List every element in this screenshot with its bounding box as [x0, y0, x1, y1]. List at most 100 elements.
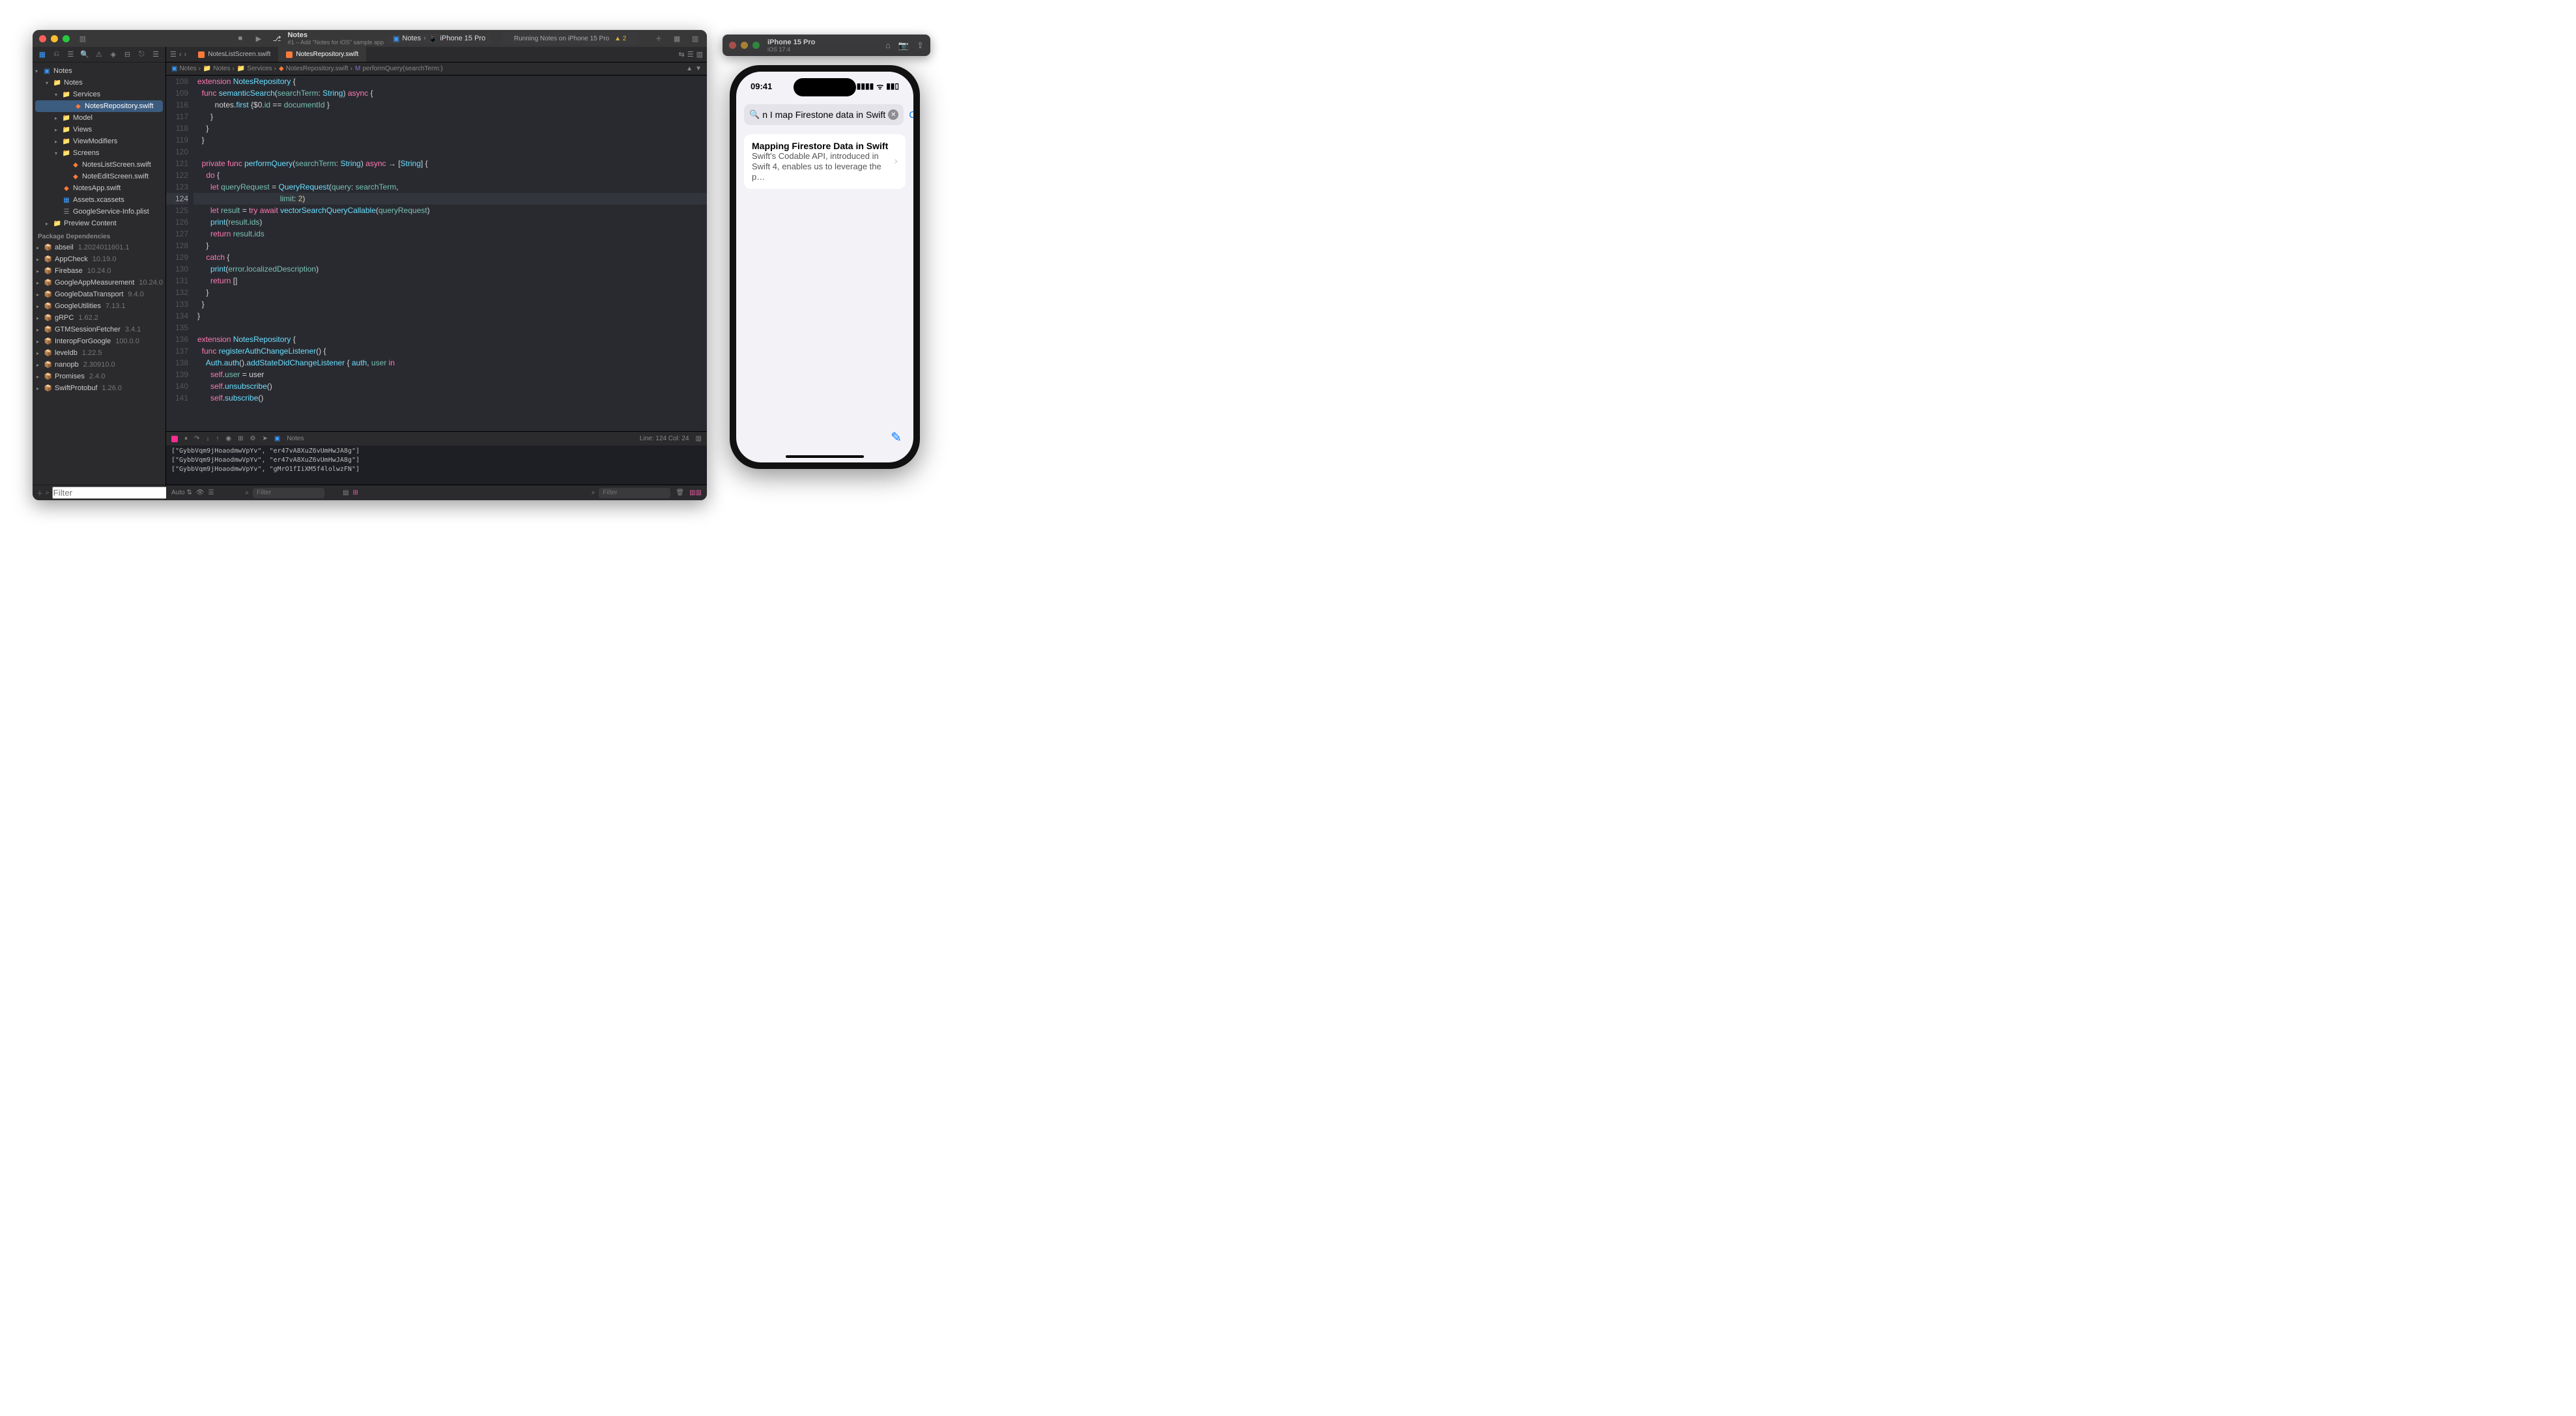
metadata-icon[interactable]: ⊞ [352, 489, 358, 496]
environment-button[interactable]: ⚙ [250, 435, 256, 442]
nav-item[interactable]: ▾📁Services [33, 89, 165, 100]
split-toggle-icon[interactable]: ▥▥ [689, 489, 702, 496]
issues-tab-icon[interactable]: ⚠ [94, 50, 104, 59]
nav-item[interactable]: ◆NotesApp.swift [33, 182, 165, 194]
nav-item[interactable]: ▾📁Screens [33, 147, 165, 159]
add-editor-icon[interactable]: ▥ [696, 50, 703, 59]
code-lines[interactable]: extension NotesRepository { func semanti… [193, 76, 707, 431]
variables-filter-input[interactable] [253, 488, 324, 498]
cancel-button[interactable]: Cancel [909, 109, 913, 120]
library-button[interactable]: ▦ [672, 33, 682, 44]
source-control-tab-icon[interactable]: ⎌ [52, 50, 61, 59]
nav-item[interactable]: ▸📁Model [33, 112, 165, 124]
add-tab-button[interactable]: ＋ [653, 33, 664, 44]
clear-search-button[interactable]: ✕ [888, 109, 898, 120]
nav-item[interactable]: ▾📁Notes [33, 77, 165, 89]
right-sidebar-toggle-icon[interactable]: ▥ [690, 33, 700, 44]
nav-item[interactable]: ▸📁Preview Content [33, 218, 165, 229]
sim-minimize-button[interactable] [741, 42, 748, 49]
bookmarks-tab-icon[interactable]: ☰ [66, 50, 75, 59]
scheme-branch: #1 – Add "Notes for iOS" sample app [287, 39, 383, 46]
package-item[interactable]: ▸📦GoogleAppMeasurement 10.24.0 [33, 277, 165, 289]
console-filter-input[interactable] [599, 488, 670, 498]
add-button[interactable]: ＋ [36, 488, 43, 498]
forward-button[interactable]: › [184, 51, 187, 59]
compose-button-icon[interactable]: ✎ [891, 429, 902, 446]
search-result-card[interactable]: Mapping Firestore Data in Swift Swift's … [744, 134, 906, 189]
package-version: 7.13.1 [106, 302, 126, 310]
sim-close-button[interactable] [729, 42, 736, 49]
debug-tab-icon[interactable]: ⊟ [122, 50, 132, 59]
auto-variables-button[interactable]: Auto ⇅ [171, 489, 192, 496]
package-item[interactable]: ▸📦Firebase 10.24.0 [33, 265, 165, 277]
tests-tab-icon[interactable]: ◈ [109, 50, 118, 59]
nav-item[interactable]: ☰GoogleService-Info.plist [33, 206, 165, 218]
console-toggle-icon[interactable]: ▤ [343, 489, 349, 496]
eye-icon[interactable]: 👁 [196, 489, 205, 496]
sim-zoom-button[interactable] [752, 42, 760, 49]
back-button[interactable]: ‹ [179, 51, 182, 59]
debug-view-button[interactable]: ◉ [225, 435, 231, 442]
scheme-selector[interactable]: ⎇ Notes #1 – Add "Notes for iOS" sample … [273, 31, 384, 46]
stop-button[interactable]: ■ [235, 33, 246, 44]
package-item[interactable]: ▸📦GoogleDataTransport 9.4.0 [33, 289, 165, 300]
minimize-window-button[interactable] [51, 35, 58, 42]
related-items-button[interactable]: ☰ [170, 50, 177, 59]
location-button[interactable]: ➤ [262, 435, 267, 442]
home-indicator[interactable] [786, 455, 864, 458]
nav-item[interactable]: ◆NotesListScreen.swift [33, 159, 165, 171]
home-button-icon[interactable]: ⌂ [885, 40, 891, 51]
package-version: 9.4.0 [128, 290, 143, 298]
breadcrumb[interactable]: ▣Notes › 📁Notes › 📁Services › ◆NotesRepo… [166, 63, 707, 76]
close-window-button[interactable] [39, 35, 46, 42]
issues-next-icon[interactable]: ▼ [695, 65, 702, 72]
step-in-button[interactable]: ↓ [206, 435, 209, 442]
navigator-filter-input[interactable] [52, 487, 170, 499]
nav-item[interactable]: ▸📁Views [33, 124, 165, 135]
package-item[interactable]: ▸📦Promises 2.4.0 [33, 371, 165, 382]
find-tab-icon[interactable]: 🔍 [80, 50, 89, 59]
zoom-window-button[interactable] [63, 35, 70, 42]
left-sidebar-toggle-icon[interactable]: ▥ [78, 33, 88, 44]
activity-status-bar[interactable]: Running Notes on iPhone 15 Pro ▲ 2 [502, 32, 638, 45]
pause-button[interactable]: ⏸ [184, 435, 188, 442]
issues-prev-icon[interactable]: ▲ [686, 65, 693, 72]
minimize-editor-icon[interactable]: ⇆ [679, 50, 685, 59]
share-button-icon[interactable]: ⇪ [917, 40, 924, 51]
run-button[interactable]: ▶ [253, 33, 264, 44]
editor-tab[interactable]: NotesListScreen.swift [190, 47, 278, 62]
reports-tab-icon[interactable]: ☰ [151, 50, 160, 59]
debug-console[interactable]: ["GybbVqm9jHoaodmwVpYv", "er47vA8XuZ6vUm… [166, 446, 707, 485]
nav-item[interactable]: ◆NoteEditScreen.swift [33, 171, 165, 182]
scheme-target[interactable]: ▣ Notes › 📱 iPhone 15 Pro [388, 34, 491, 44]
breakpoints-tab-icon[interactable]: ⎋ [137, 50, 146, 59]
package-item[interactable]: ▸📦SwiftProtobuf 1.26.0 [33, 382, 165, 394]
nav-item[interactable]: ▸📁ViewModifiers [33, 135, 165, 147]
editor-tab[interactable]: NotesRepository.swift [278, 47, 366, 62]
package-item[interactable]: ▸📦leveldb 1.22.5 [33, 347, 165, 359]
breakpoint-indicator[interactable] [171, 436, 178, 442]
editor-options-icon[interactable]: ☰ [687, 50, 694, 59]
memory-graph-button[interactable]: ⊞ [238, 435, 243, 442]
code-editor[interactable]: 1081091161171181191201211221231241251261… [166, 76, 707, 431]
step-over-button[interactable]: ↷ [194, 435, 199, 442]
nav-item[interactable]: ◆NotesRepository.swift [35, 100, 163, 112]
toggle-console-button[interactable]: ▥ [696, 435, 702, 442]
warning-badge[interactable]: ▲ 2 [614, 35, 626, 42]
step-out-button[interactable]: ↑ [216, 435, 219, 442]
screenshot-button-icon[interactable]: 📷 [898, 40, 909, 51]
trash-icon[interactable]: 🗑 [676, 489, 684, 496]
package-item[interactable]: ▸📦AppCheck 10.19.0 [33, 253, 165, 265]
package-item[interactable]: ▸📦abseil 1.2024011601.1 [33, 242, 165, 253]
search-input-text[interactable]: n I map Firestone data in Swift [762, 109, 885, 120]
package-item[interactable]: ▸📦GTMSessionFetcher 3.4.1 [33, 324, 165, 335]
search-field[interactable]: 🔍 n I map Firestone data in Swift ✕ [744, 104, 904, 125]
package-item[interactable]: ▸📦GoogleUtilities 7.13.1 [33, 300, 165, 312]
project-root[interactable]: ▾▣ Notes [33, 65, 165, 77]
package-item[interactable]: ▸📦gRPC 1.62.2 [33, 312, 165, 324]
package-item[interactable]: ▸📦nanopb 2.30910.0 [33, 359, 165, 371]
project-navigator-tab-icon[interactable]: ▦ [38, 50, 47, 59]
package-item[interactable]: ▸📦InteropForGoogle 100.0.0 [33, 335, 165, 347]
stack-icon[interactable]: ☰ [208, 489, 214, 496]
nav-item[interactable]: ▦Assets.xcassets [33, 194, 165, 206]
